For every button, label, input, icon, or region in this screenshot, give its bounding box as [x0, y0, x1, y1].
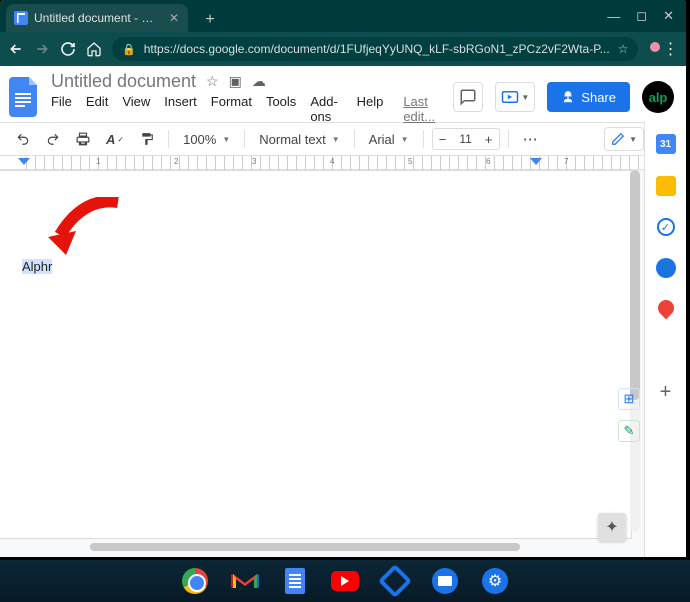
- horizontal-scrollbar[interactable]: [90, 543, 520, 551]
- ruler[interactable]: 1 2 3 4 5 6 7: [0, 156, 644, 170]
- redo-button[interactable]: [40, 128, 66, 150]
- share-button[interactable]: Share: [547, 82, 630, 112]
- left-indent-marker[interactable]: [18, 158, 30, 168]
- address-bar: 🔒 https://docs.google.com/document/d/1FU…: [0, 32, 686, 66]
- toolbar: A✓ 100%▼ Normal text▼ Arial▼ − 11 + ⋯ ▼: [0, 122, 686, 156]
- browser-window: Untitled document - Google Doc ✕ + — ◻ ✕…: [0, 0, 686, 557]
- zoom-dropdown[interactable]: 100%▼: [177, 128, 236, 151]
- taskbar: ⚙: [0, 560, 690, 602]
- url-field[interactable]: 🔒 https://docs.google.com/document/d/1FU…: [112, 37, 638, 61]
- print-button[interactable]: [70, 128, 96, 150]
- editing-mode-dropdown[interactable]: ▼: [604, 127, 644, 151]
- menu-insert[interactable]: Insert: [164, 94, 197, 124]
- keep-icon[interactable]: [656, 176, 676, 196]
- scroll-thumb[interactable]: [630, 170, 640, 400]
- taskbar-gmail-icon[interactable]: [231, 567, 259, 595]
- close-tab-icon[interactable]: ✕: [168, 12, 180, 24]
- menu-tools[interactable]: Tools: [266, 94, 296, 124]
- font-size-minus[interactable]: −: [433, 128, 453, 150]
- explore-button[interactable]: ✦: [598, 513, 626, 541]
- tab-title: Untitled document - Google Doc: [34, 11, 162, 25]
- font-size-plus[interactable]: +: [479, 128, 499, 150]
- right-indent-marker[interactable]: [530, 158, 542, 168]
- selected-text: Alphr: [22, 259, 52, 274]
- document-text[interactable]: Alphr: [22, 259, 52, 274]
- taskbar-files-icon[interactable]: [431, 567, 459, 595]
- annotation-arrow-icon: [48, 197, 128, 257]
- cloud-status-icon[interactable]: ☁: [252, 73, 266, 90]
- bookmark-star-icon[interactable]: ☆: [618, 42, 629, 56]
- maps-icon[interactable]: [658, 300, 674, 320]
- tab-strip: Untitled document - Google Doc ✕ + — ◻ ✕: [0, 0, 686, 32]
- tasks-icon[interactable]: ✓: [657, 218, 675, 236]
- menu-addons[interactable]: Add-ons: [310, 94, 342, 124]
- document-page[interactable]: Alphr: [0, 170, 632, 539]
- docs-header: Untitled document ☆ ▣ ☁ File Edit View I…: [0, 66, 686, 122]
- lock-icon: 🔒: [122, 43, 136, 56]
- add-comment-icon[interactable]: ⊞: [618, 388, 640, 410]
- menu-help[interactable]: Help: [357, 94, 384, 124]
- style-dropdown[interactable]: Normal text▼: [253, 128, 345, 151]
- taskbar-youtube-icon[interactable]: [331, 567, 359, 595]
- share-label: Share: [581, 90, 616, 105]
- vertical-scrollbar[interactable]: [630, 170, 640, 531]
- menu-view[interactable]: View: [122, 94, 150, 124]
- more-tools-button[interactable]: ⋯: [517, 130, 544, 148]
- add-addon-button[interactable]: +: [656, 382, 676, 402]
- title-block: Untitled document ☆ ▣ ☁ File Edit View I…: [51, 71, 443, 124]
- comment-history-button[interactable]: [453, 82, 483, 112]
- browser-menu-button[interactable]: ⋮: [658, 39, 682, 59]
- back-button[interactable]: [8, 40, 24, 58]
- menu-file[interactable]: File: [51, 94, 72, 124]
- docs-favicon: [14, 11, 28, 25]
- maximize-button[interactable]: ◻: [636, 8, 647, 24]
- move-icon[interactable]: ▣: [229, 73, 242, 90]
- font-dropdown[interactable]: Arial▼: [363, 128, 415, 151]
- side-panel: 31 ✓ 👤 +: [644, 122, 686, 557]
- close-window-button[interactable]: ✕: [663, 8, 674, 24]
- last-edit-link[interactable]: Last edit...: [403, 94, 443, 124]
- undo-button[interactable]: [10, 128, 36, 150]
- taskbar-docs-icon[interactable]: [281, 567, 309, 595]
- contacts-icon[interactable]: 👤: [656, 258, 676, 278]
- account-avatar[interactable]: alp: [642, 81, 674, 113]
- document-title[interactable]: Untitled document: [51, 71, 196, 92]
- spellcheck-button[interactable]: A✓: [100, 128, 130, 151]
- taskbar-chrome-icon[interactable]: [181, 567, 209, 595]
- minimize-button[interactable]: —: [607, 9, 620, 24]
- window-controls: — ◻ ✕: [607, 0, 686, 32]
- browser-tab[interactable]: Untitled document - Google Doc ✕: [6, 4, 188, 32]
- taskbar-meet-icon[interactable]: [381, 567, 409, 595]
- menu-format[interactable]: Format: [211, 94, 252, 124]
- star-icon[interactable]: ☆: [206, 73, 219, 90]
- font-size-control: − 11 +: [432, 128, 500, 150]
- workspace: 1 2 3 4 5 6 7 Alphr ✦ ⊞ ✎: [0, 156, 644, 557]
- url-text: https://docs.google.com/document/d/1FUfj…: [144, 42, 610, 56]
- menu-edit[interactable]: Edit: [86, 94, 108, 124]
- font-size-value[interactable]: 11: [453, 132, 479, 146]
- taskbar-settings-icon[interactable]: ⚙: [481, 567, 509, 595]
- calendar-icon[interactable]: 31: [656, 134, 676, 154]
- docs-logo-icon[interactable]: [8, 74, 41, 120]
- forward-button[interactable]: [34, 40, 50, 58]
- new-tab-button[interactable]: +: [198, 8, 222, 32]
- home-button[interactable]: [86, 40, 102, 58]
- suggest-edit-icon[interactable]: ✎: [618, 420, 640, 442]
- margin-actions: ⊞ ✎: [618, 388, 640, 442]
- reload-button[interactable]: [60, 40, 76, 58]
- paint-format-button[interactable]: [134, 128, 160, 150]
- present-button[interactable]: ▼: [495, 82, 535, 112]
- menu-bar: File Edit View Insert Format Tools Add-o…: [51, 94, 443, 124]
